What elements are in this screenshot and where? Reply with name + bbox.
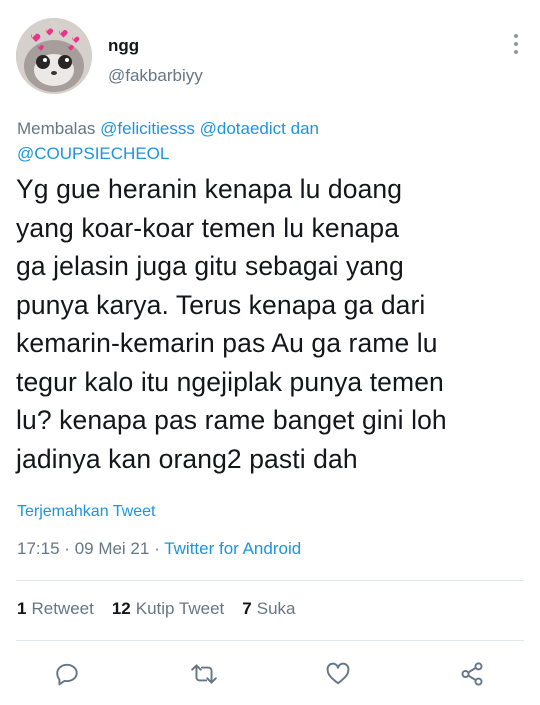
quotes-stat[interactable]: 12 Kutip Tweet: [112, 599, 224, 619]
more-vertical-icon[interactable]: [508, 32, 524, 56]
retweet-icon[interactable]: [186, 656, 222, 692]
replying-prefix: Membalas: [17, 119, 96, 138]
quotes-count: 12: [111, 599, 131, 618]
likes-stat[interactable]: 7 Suka: [242, 599, 295, 619]
tweet-meta: 17:15 · 09 Mei 21 · Twitter for Android: [17, 539, 301, 559]
tweet-text: Yg gue heranin kenapa lu doang yang koar…: [16, 174, 447, 474]
mention-link[interactable]: @felicitiesss: [100, 119, 195, 138]
divider: [16, 640, 524, 641]
likes-label: Suka: [256, 599, 296, 618]
translate-tweet-link[interactable]: Terjemahkan Tweet: [17, 503, 155, 521]
replying-to: Membalas @felicitiesss @dotaedict dan @C…: [17, 116, 517, 166]
likes-count: 7: [242, 599, 252, 618]
tweet-header: ngg @fakbarbiyy: [16, 18, 524, 102]
share-icon[interactable]: [454, 656, 490, 692]
retweets-stat[interactable]: 1 Retweet: [17, 599, 94, 619]
meta-separator: ·: [64, 539, 70, 558]
avatar-image: [16, 18, 92, 94]
quotes-label: Kutip Tweet: [135, 599, 225, 618]
retweets-count: 1: [17, 599, 27, 618]
mention-link[interactable]: @COUPSIECHEOL: [17, 144, 169, 163]
tweet-stats: 1 Retweet 12 Kutip Tweet 7 Suka: [17, 599, 296, 619]
tweet-time: 17:15: [17, 539, 60, 558]
action-bar: [0, 656, 540, 696]
user-name[interactable]: ngg: [108, 36, 139, 56]
reply-icon[interactable]: [49, 656, 85, 692]
retweets-label: Retweet: [31, 599, 94, 618]
divider: [16, 580, 524, 581]
tweet-source-link[interactable]: Twitter for Android: [164, 539, 301, 558]
heart-icon[interactable]: [320, 656, 356, 692]
avatar[interactable]: [16, 18, 92, 94]
mention-link[interactable]: @dotaedict: [200, 119, 286, 138]
tweet-date: 09 Mei 21: [74, 539, 150, 558]
meta-separator: ·: [154, 539, 160, 558]
user-handle[interactable]: @fakbarbiyy: [108, 66, 203, 86]
replying-conjunction: dan: [290, 119, 319, 138]
